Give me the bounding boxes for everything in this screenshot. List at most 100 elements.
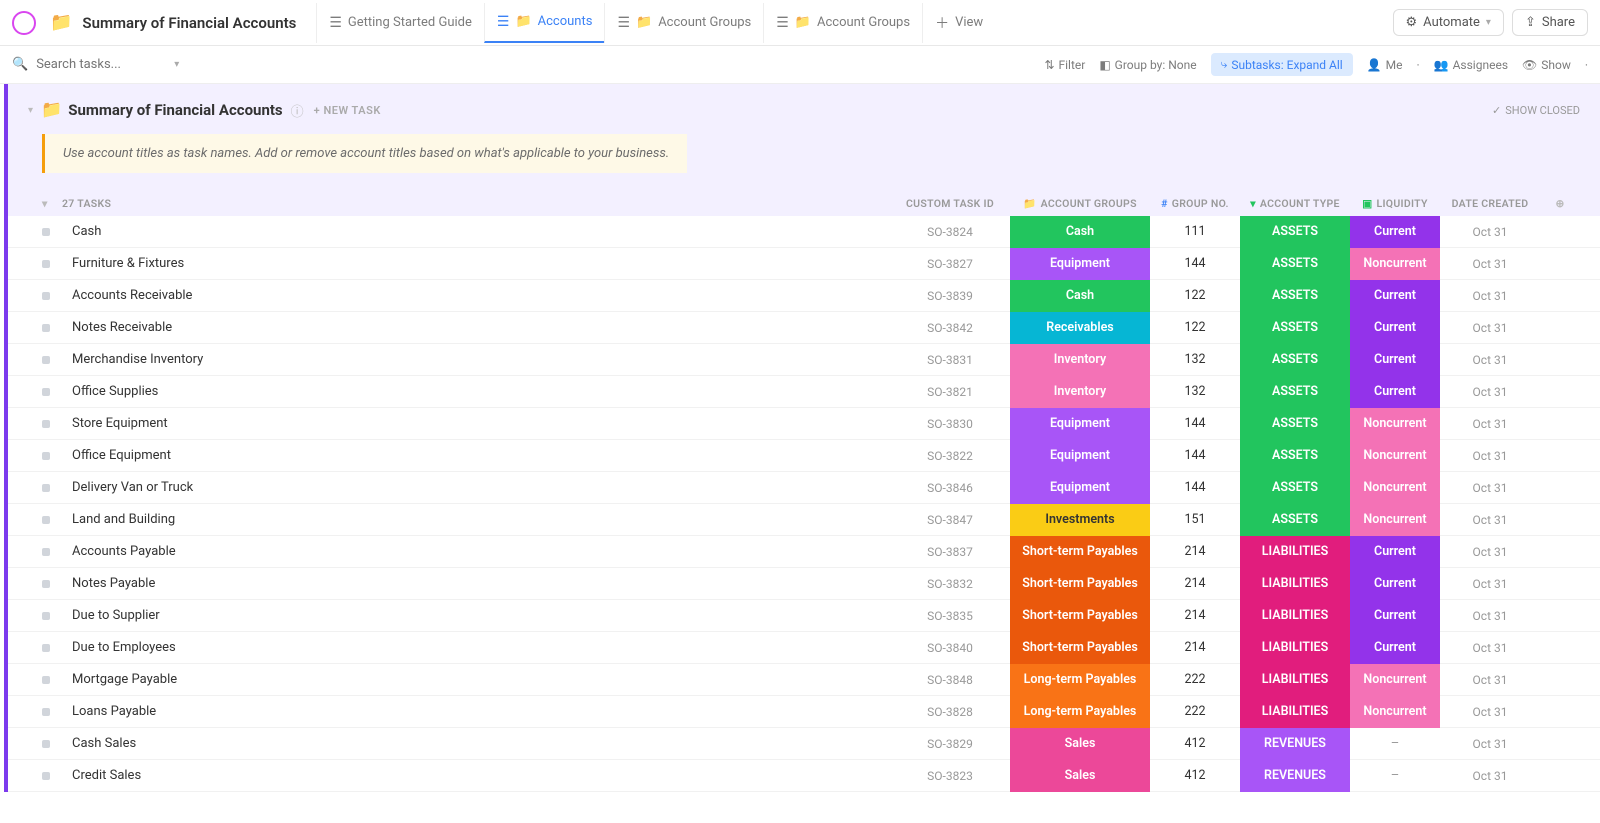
- add-column-button[interactable]: ⊕: [1540, 197, 1580, 210]
- account-group-pill[interactable]: Equipment: [1010, 408, 1150, 440]
- task-name[interactable]: Cash: [62, 224, 890, 239]
- table-row[interactable]: Accounts PayableSO-3837Short-term Payabl…: [8, 536, 1600, 568]
- account-type-pill[interactable]: ASSETS: [1240, 344, 1350, 376]
- task-name[interactable]: Due to Supplier: [62, 608, 890, 623]
- account-type-pill[interactable]: ASSETS: [1240, 376, 1350, 408]
- show-closed-toggle[interactable]: ✓ SHOW CLOSED: [1492, 104, 1580, 117]
- task-name[interactable]: Credit Sales: [62, 768, 890, 783]
- collapse-icon[interactable]: ▾: [28, 105, 33, 116]
- account-group-pill[interactable]: Long-term Payables: [1010, 664, 1150, 696]
- account-group-pill[interactable]: Receivables: [1010, 312, 1150, 344]
- liquidity-pill[interactable]: Current: [1350, 216, 1440, 248]
- status-marker[interactable]: [42, 388, 62, 396]
- account-group-pill[interactable]: Cash: [1010, 216, 1150, 248]
- account-group-pill[interactable]: Short-term Payables: [1010, 600, 1150, 632]
- me-button[interactable]: 👤 Me: [1367, 58, 1403, 72]
- account-group-pill[interactable]: Cash: [1010, 280, 1150, 312]
- chevron-down-icon[interactable]: ▾: [174, 59, 179, 70]
- account-group-pill[interactable]: Short-term Payables: [1010, 536, 1150, 568]
- view-tab[interactable]: ☰📁Account Groups: [604, 3, 763, 43]
- account-type-pill[interactable]: ASSETS: [1240, 472, 1350, 504]
- table-row[interactable]: Due to EmployeesSO-3840Short-term Payabl…: [8, 632, 1600, 664]
- liquidity-pill[interactable]: Current: [1350, 568, 1440, 600]
- account-type-pill[interactable]: ASSETS: [1240, 248, 1350, 280]
- account-group-pill[interactable]: Inventory: [1010, 376, 1150, 408]
- status-marker[interactable]: [42, 228, 62, 236]
- search-box[interactable]: 🔍 ▾: [12, 57, 192, 72]
- col-acctype[interactable]: ▾ ACCOUNT TYPE: [1240, 197, 1350, 210]
- status-marker[interactable]: [42, 324, 62, 332]
- groupby-button[interactable]: ◧ Group by: None: [1099, 58, 1196, 72]
- account-type-pill[interactable]: ASSETS: [1240, 216, 1350, 248]
- status-marker[interactable]: [42, 452, 62, 460]
- account-group-pill[interactable]: Short-term Payables: [1010, 632, 1150, 664]
- table-row[interactable]: Merchandise InventorySO-3831Inventory132…: [8, 344, 1600, 376]
- task-name[interactable]: Merchandise Inventory: [62, 352, 890, 367]
- account-group-pill[interactable]: Sales: [1010, 728, 1150, 760]
- task-name[interactable]: Delivery Van or Truck: [62, 480, 890, 495]
- view-tab[interactable]: ☰Getting Started Guide: [316, 3, 484, 43]
- task-name[interactable]: Due to Employees: [62, 640, 890, 655]
- account-type-pill[interactable]: LIABILITIES: [1240, 536, 1350, 568]
- col-group[interactable]: 📁 ACCOUNT GROUPS: [1010, 197, 1150, 210]
- status-marker[interactable]: [42, 420, 62, 428]
- table-row[interactable]: Store EquipmentSO-3830Equipment144ASSETS…: [8, 408, 1600, 440]
- status-marker[interactable]: [42, 260, 62, 268]
- liquidity-pill[interactable]: Noncurrent: [1350, 664, 1440, 696]
- account-group-pill[interactable]: Equipment: [1010, 472, 1150, 504]
- expand-all-icon[interactable]: ▾: [42, 197, 62, 210]
- liquidity-pill[interactable]: Current: [1350, 536, 1440, 568]
- automate-button[interactable]: ⚙ Automate ▾: [1393, 9, 1504, 36]
- new-task-button[interactable]: + NEW TASK: [314, 104, 381, 117]
- table-row[interactable]: Notes PayableSO-3832Short-term Payables2…: [8, 568, 1600, 600]
- liquidity-pill[interactable]: Noncurrent: [1350, 248, 1440, 280]
- liquidity-pill[interactable]: Noncurrent: [1350, 408, 1440, 440]
- view-tab[interactable]: ＋View: [922, 3, 995, 43]
- liquidity-pill[interactable]: Current: [1350, 632, 1440, 664]
- status-marker[interactable]: [42, 484, 62, 492]
- account-group-pill[interactable]: Inventory: [1010, 344, 1150, 376]
- account-type-pill[interactable]: ASSETS: [1240, 504, 1350, 536]
- table-row[interactable]: Loans PayableSO-3828Long-term Payables22…: [8, 696, 1600, 728]
- account-type-pill[interactable]: REVENUES: [1240, 728, 1350, 760]
- status-marker[interactable]: [42, 580, 62, 588]
- status-marker[interactable]: [42, 740, 62, 748]
- task-name[interactable]: Accounts Receivable: [62, 288, 890, 303]
- account-type-pill[interactable]: LIABILITIES: [1240, 696, 1350, 728]
- liquidity-pill[interactable]: Noncurrent: [1350, 696, 1440, 728]
- task-name[interactable]: Accounts Payable: [62, 544, 890, 559]
- table-row[interactable]: Office EquipmentSO-3822Equipment144ASSET…: [8, 440, 1600, 472]
- account-type-pill[interactable]: ASSETS: [1240, 408, 1350, 440]
- table-row[interactable]: Accounts ReceivableSO-3839Cash122ASSETSC…: [8, 280, 1600, 312]
- status-marker[interactable]: [42, 676, 62, 684]
- status-marker[interactable]: [42, 772, 62, 780]
- liquidity-pill[interactable]: Current: [1350, 376, 1440, 408]
- status-marker[interactable]: [42, 708, 62, 716]
- info-icon[interactable]: ⓘ: [291, 101, 304, 120]
- show-button[interactable]: 👁 Show: [1522, 58, 1571, 72]
- share-button[interactable]: ⇪ Share: [1512, 9, 1588, 36]
- table-row[interactable]: Office SuppliesSO-3821Inventory132ASSETS…: [8, 376, 1600, 408]
- filter-button[interactable]: ⇅ Filter: [1044, 58, 1085, 72]
- assignees-button[interactable]: 👥 Assignees: [1434, 58, 1508, 72]
- task-name[interactable]: Office Supplies: [62, 384, 890, 399]
- liquidity-pill[interactable]: Current: [1350, 344, 1440, 376]
- table-row[interactable]: Delivery Van or TruckSO-3846Equipment144…: [8, 472, 1600, 504]
- account-group-pill[interactable]: Equipment: [1010, 248, 1150, 280]
- table-row[interactable]: CashSO-3824Cash111ASSETSCurrentOct 31: [8, 216, 1600, 248]
- account-type-pill[interactable]: LIABILITIES: [1240, 600, 1350, 632]
- account-type-pill[interactable]: ASSETS: [1240, 440, 1350, 472]
- liquidity-pill[interactable]: Noncurrent: [1350, 440, 1440, 472]
- col-liquidity[interactable]: ▣ LIQUIDITY: [1350, 197, 1440, 210]
- table-row[interactable]: Due to SupplierSO-3835Short-term Payable…: [8, 600, 1600, 632]
- table-row[interactable]: Cash SalesSO-3829Sales412REVENUES–Oct 31: [8, 728, 1600, 760]
- task-name[interactable]: Notes Receivable: [62, 320, 890, 335]
- account-group-pill[interactable]: Equipment: [1010, 440, 1150, 472]
- table-row[interactable]: Mortgage PayableSO-3848Long-term Payable…: [8, 664, 1600, 696]
- account-group-pill[interactable]: Investments: [1010, 504, 1150, 536]
- task-name[interactable]: Mortgage Payable: [62, 672, 890, 687]
- account-type-pill[interactable]: REVENUES: [1240, 760, 1350, 792]
- task-name[interactable]: Cash Sales: [62, 736, 890, 751]
- account-group-pill[interactable]: Short-term Payables: [1010, 568, 1150, 600]
- table-row[interactable]: Credit SalesSO-3823Sales412REVENUES–Oct …: [8, 760, 1600, 792]
